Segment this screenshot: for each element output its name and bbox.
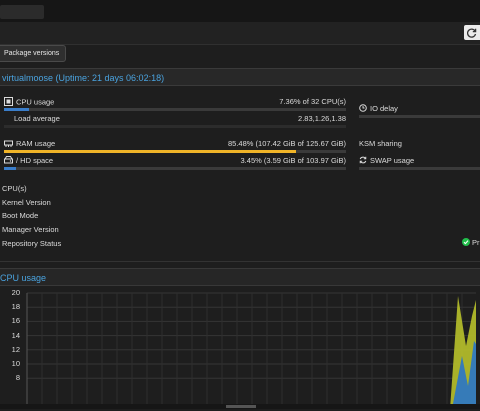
y-tick-label: 10 bbox=[11, 359, 20, 368]
swap-usage-label-row: SWAP usage bbox=[359, 156, 414, 166]
cpu-chart-svg bbox=[26, 292, 476, 409]
info-cpus-label: CPU(s) bbox=[2, 184, 27, 193]
ram-usage-label: RAM usage bbox=[16, 139, 56, 148]
y-tick-label: 8 bbox=[15, 373, 20, 383]
cpu-usage-value: 7.36% of 32 CPU(s) bbox=[279, 97, 346, 106]
top-bar bbox=[0, 0, 480, 22]
info-kernel-version-label: Kernel Version bbox=[2, 198, 51, 207]
io-delay-bar bbox=[359, 115, 480, 118]
hd-space-value: 3.45% (3.59 GiB of 103.97 GiB) bbox=[240, 156, 346, 165]
cpu-usage-label: CPU usage bbox=[16, 97, 55, 107]
cpu-icon bbox=[4, 97, 13, 108]
ram-usage-value: 85.48% (107.42 GiB of 125.67 GiB) bbox=[228, 139, 346, 148]
swap-usage-label: SWAP usage bbox=[370, 156, 415, 165]
top-tab[interactable] bbox=[0, 5, 44, 19]
cpu-chart bbox=[0, 286, 480, 409]
section-divider bbox=[0, 261, 480, 262]
hdd-icon bbox=[4, 156, 13, 166]
y-tick-label: 20 bbox=[11, 288, 20, 297]
y-tick-label: 12 bbox=[11, 344, 20, 354]
cpu-usage-bar-fill bbox=[4, 108, 30, 111]
repository-status-text: Pr bbox=[472, 238, 480, 247]
clock-icon bbox=[359, 104, 367, 114]
info-manager-version-label: Manager Version bbox=[2, 225, 59, 234]
hd-space-label-row: / HD space bbox=[4, 156, 53, 166]
cpu-usage-label-row: CPU usage bbox=[4, 97, 54, 108]
y-tick-label: 16 bbox=[11, 316, 20, 326]
package-versions-button[interactable]: Package versions bbox=[0, 45, 67, 62]
ram-usage-bar-fill bbox=[4, 150, 297, 153]
load-average-label: Load average bbox=[14, 114, 60, 123]
info-boot-mode-label: Boot Mode bbox=[2, 211, 39, 220]
hd-space-bar-fill bbox=[4, 167, 16, 170]
cpu-chart-header: CPU usage bbox=[0, 268, 480, 286]
repository-status-value: Pr bbox=[462, 238, 480, 248]
refresh-button[interactable] bbox=[464, 25, 480, 40]
ram-usage-bar bbox=[4, 150, 346, 153]
info-repository-status-label: Repository Status bbox=[2, 239, 62, 248]
swap-usage-bar bbox=[359, 167, 480, 170]
y-tick-label: 14 bbox=[11, 330, 20, 340]
node-status-header: virtualmoose (Uptime: 21 days 06:02:18) bbox=[0, 68, 480, 86]
ksm-sharing-label: KSM sharing bbox=[359, 139, 402, 148]
panel-resize-handle[interactable] bbox=[226, 405, 256, 408]
memory-icon bbox=[4, 140, 13, 149]
io-delay-label-row: IO delay bbox=[359, 104, 398, 114]
hd-space-label: / HD space bbox=[16, 156, 54, 165]
swap-icon bbox=[359, 156, 367, 166]
hd-space-bar bbox=[4, 167, 346, 170]
cpu-usage-bar bbox=[4, 108, 346, 111]
ram-usage-label-row: RAM usage bbox=[4, 139, 55, 149]
load-average-value: 2.83,1.26,1.38 bbox=[298, 114, 346, 123]
check-circle-icon bbox=[462, 238, 470, 248]
io-delay-label: IO delay bbox=[370, 104, 398, 113]
refresh-icon bbox=[467, 28, 477, 38]
y-tick-label: 18 bbox=[11, 302, 20, 312]
load-average-separator bbox=[4, 125, 346, 128]
toolbar bbox=[0, 22, 480, 45]
